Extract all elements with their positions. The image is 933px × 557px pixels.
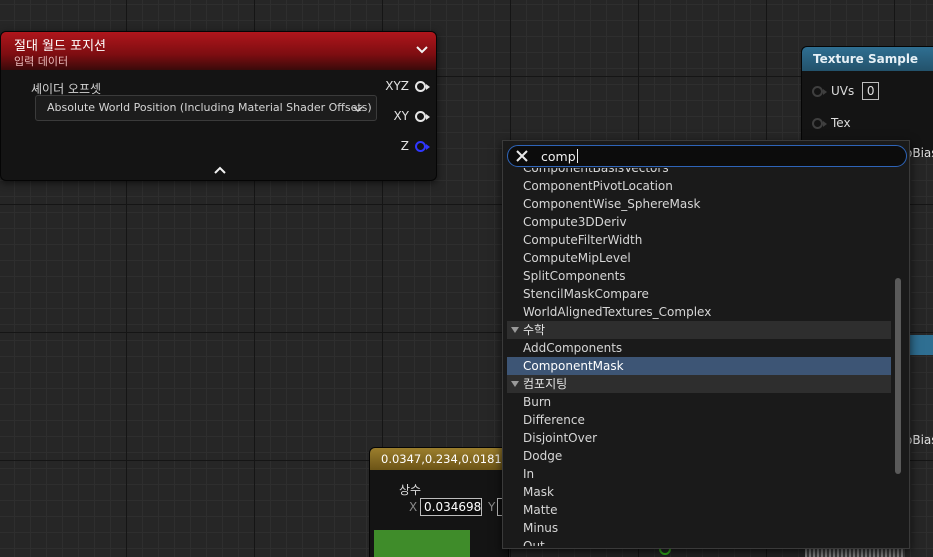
result-item[interactable]: WorldAlignedTextures_Complex xyxy=(507,303,891,321)
pin-icon[interactable] xyxy=(812,85,827,97)
pin-label: Tex xyxy=(831,116,851,130)
result-label: StencilMaskCompare xyxy=(523,287,649,301)
result-label: WorldAlignedTextures_Complex xyxy=(523,305,712,319)
result-item[interactable]: ComputeFilterWidth xyxy=(507,231,891,249)
result-label: Dodge xyxy=(523,449,563,463)
result-item[interactable]: Dodge xyxy=(507,447,891,465)
node-header-fragment xyxy=(910,335,933,355)
result-item[interactable]: ComponentPivotLocation xyxy=(507,177,891,195)
result-item[interactable]: SplitComponents xyxy=(507,267,891,285)
shader-offset-combo[interactable]: Absolute World Position (Including Mater… xyxy=(35,95,377,121)
uvs-value-field[interactable]: 0 xyxy=(862,82,880,100)
node-search-popup[interactable]: comp ComponentBasisVectors ComponentPivot… xyxy=(502,140,910,549)
y-label: Y xyxy=(488,500,496,514)
pin-label: XYZ xyxy=(385,79,409,93)
result-label: ComputeMipLevel xyxy=(523,251,631,265)
pin-icon[interactable] xyxy=(812,117,827,129)
result-item[interactable]: ComputeMipLevel xyxy=(507,249,891,267)
search-results-list[interactable]: ComponentBasisVectors ComponentPivotLocat… xyxy=(507,168,891,546)
triangle-down-icon xyxy=(511,381,519,387)
result-label: AddComponents xyxy=(523,341,623,355)
absolute-world-position-node[interactable]: 절대 월드 포지션 입력 데이터 셰이더 오프셋 Absolute World … xyxy=(0,31,437,181)
input-pin-tex[interactable]: Tex xyxy=(812,116,851,130)
result-label: Mask xyxy=(523,485,554,499)
result-label: Matte xyxy=(523,503,558,517)
result-label: 컴포지팅 xyxy=(523,377,568,391)
result-label: 수학 xyxy=(523,323,546,337)
result-label: ComputeFilterWidth xyxy=(523,233,643,247)
pin-icon[interactable] xyxy=(415,80,430,92)
result-item[interactable]: Minus xyxy=(507,519,891,537)
category-header[interactable]: 수학 xyxy=(507,321,891,339)
node-title: 절대 월드 포지션 xyxy=(14,39,106,54)
search-input[interactable]: comp xyxy=(507,145,907,167)
result-label: SplitComponents xyxy=(523,269,626,283)
result-item[interactable]: ComponentMask xyxy=(507,357,891,375)
pin-icon[interactable] xyxy=(415,140,430,152)
result-item[interactable]: Difference xyxy=(507,411,891,429)
result-label: ComponentWise_SphereMask xyxy=(523,197,701,211)
result-item[interactable]: Compute3DDeriv xyxy=(507,213,891,231)
result-label: Difference xyxy=(523,413,585,427)
result-item[interactable]: Matte xyxy=(507,501,891,519)
output-pin-xy[interactable]: XY xyxy=(393,108,430,124)
color-preview xyxy=(374,530,470,557)
result-item[interactable]: Burn xyxy=(507,393,891,411)
chevron-down-icon[interactable] xyxy=(414,41,430,57)
result-label: Minus xyxy=(523,521,559,535)
result-item[interactable]: Mask xyxy=(507,483,891,501)
close-icon[interactable] xyxy=(515,149,529,163)
result-label: Out xyxy=(523,539,545,546)
node-title: 0.0347,0.234,0.0181 xyxy=(381,452,502,466)
input-pin-uvs[interactable]: UVs 0 xyxy=(812,82,880,100)
node-subtitle: 입력 데이터 xyxy=(14,55,69,68)
result-item[interactable]: DisjointOver xyxy=(507,429,891,447)
triangle-down-icon xyxy=(511,327,519,333)
pin-label: UVs xyxy=(831,84,855,98)
result-item[interactable]: AddComponents xyxy=(507,339,891,357)
output-pin-z[interactable]: Z xyxy=(400,138,430,154)
chevron-up-icon[interactable] xyxy=(213,165,227,175)
result-label: ComponentBasisVectors xyxy=(523,168,669,175)
x-value-field[interactable]: 0.034698 xyxy=(420,498,482,516)
scrollbar[interactable] xyxy=(895,278,901,474)
result-item[interactable]: In xyxy=(507,465,891,483)
node-subtitle: 상수 xyxy=(399,483,422,497)
result-item[interactable]: Out xyxy=(507,537,891,546)
combo-value: Absolute World Position (Including Mater… xyxy=(47,101,372,114)
search-query[interactable]: comp xyxy=(541,149,578,164)
node-title: Texture Sample xyxy=(813,52,919,66)
result-label: Burn xyxy=(523,395,552,409)
result-label: DisjointOver xyxy=(523,431,598,445)
result-item[interactable]: StencilMaskCompare xyxy=(507,285,891,303)
pin-icon[interactable] xyxy=(415,110,430,122)
x-label: X xyxy=(409,500,418,514)
constant-node[interactable]: 0.0347,0.234,0.0181 상수 X 0.034698 Y xyxy=(369,447,517,557)
pin-label: XY xyxy=(393,109,409,123)
result-label: Compute3DDeriv xyxy=(523,215,627,229)
pin-label: Z xyxy=(400,139,409,153)
result-label: ComponentPivotLocation xyxy=(523,179,673,193)
result-item[interactable]: ComponentWise_SphereMask xyxy=(507,195,891,213)
result-item[interactable]: ComponentBasisVectors xyxy=(507,168,891,177)
chevron-down-icon xyxy=(353,106,363,113)
result-label: In xyxy=(523,467,535,481)
result-label: ComponentMask xyxy=(523,359,624,373)
category-header[interactable]: 컴포지팅 xyxy=(507,375,891,393)
output-pin-xyz[interactable]: XYZ xyxy=(385,78,430,94)
